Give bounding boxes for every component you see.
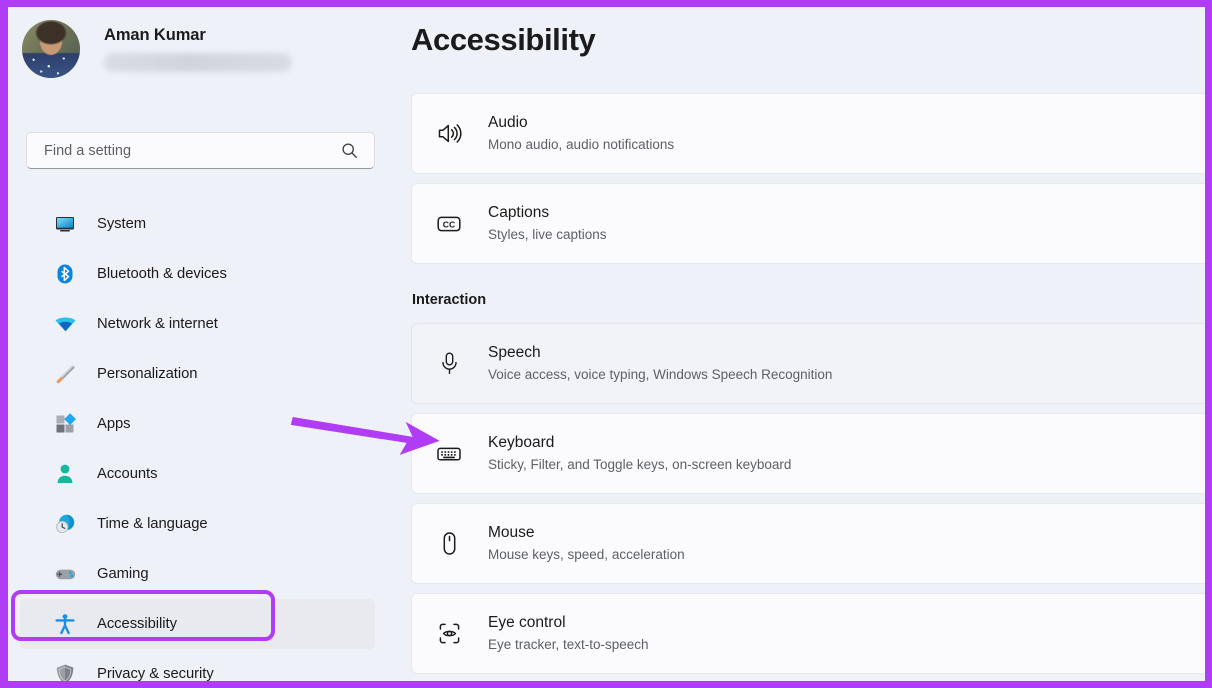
page-title: Accessibility bbox=[411, 22, 595, 58]
system-monitor-icon bbox=[53, 212, 77, 236]
sidebar-item-system[interactable]: System bbox=[20, 199, 375, 249]
sidebar-item-label: Accessibility bbox=[97, 616, 177, 632]
card-title: Captions bbox=[488, 203, 607, 224]
card-title: Mouse bbox=[488, 523, 685, 544]
wifi-icon bbox=[53, 312, 77, 336]
apps-icon bbox=[53, 412, 77, 436]
sidebar-item-label: Gaming bbox=[97, 566, 149, 582]
settings-window: Aman Kumar Find a setting bbox=[8, 7, 1205, 681]
sidebar-item-label: Personalization bbox=[97, 366, 197, 382]
sidebar-item-network-internet[interactable]: Network & internet bbox=[20, 299, 375, 349]
sidebar-item-apps[interactable]: Apps bbox=[20, 399, 375, 449]
sidebar-nav: System Bluetooth & devices bbox=[8, 199, 396, 681]
sidebar: Aman Kumar Find a setting bbox=[8, 7, 396, 681]
card-eye-control[interactable]: Eye control Eye tracker, text-to-speech bbox=[411, 593, 1205, 674]
sidebar-item-accessibility[interactable]: Accessibility bbox=[20, 599, 375, 649]
paintbrush-icon bbox=[53, 362, 77, 386]
sidebar-item-time-language[interactable]: Time & language bbox=[20, 499, 375, 549]
card-title: Keyboard bbox=[488, 433, 791, 454]
sidebar-item-accounts[interactable]: Accounts bbox=[20, 449, 375, 499]
sidebar-item-bluetooth-devices[interactable]: Bluetooth & devices bbox=[20, 249, 375, 299]
cc-icon: CC bbox=[432, 210, 466, 238]
card-audio[interactable]: Audio Mono audio, audio notifications bbox=[411, 93, 1205, 174]
card-title: Eye control bbox=[488, 613, 649, 634]
sidebar-item-label: Accounts bbox=[97, 466, 157, 482]
shield-icon bbox=[53, 662, 77, 681]
svg-text:CC: CC bbox=[443, 219, 455, 229]
speaker-icon bbox=[432, 120, 466, 147]
sidebar-item-label: System bbox=[97, 216, 146, 232]
card-speech[interactable]: Speech Voice access, voice typing, Windo… bbox=[411, 323, 1205, 404]
sidebar-item-privacy-security[interactable]: Privacy & security bbox=[20, 649, 375, 681]
card-keyboard[interactable]: Keyboard Sticky, Filter, and Toggle keys… bbox=[411, 413, 1205, 494]
mouse-icon bbox=[432, 530, 466, 557]
card-subtitle: Sticky, Filter, and Toggle keys, on-scre… bbox=[488, 455, 791, 475]
search-icon[interactable] bbox=[341, 142, 374, 159]
profile-name: Aman Kumar bbox=[104, 26, 292, 45]
card-title: Audio bbox=[488, 113, 674, 134]
sidebar-item-gaming[interactable]: Gaming bbox=[20, 549, 375, 599]
profile-email-redacted bbox=[104, 53, 292, 72]
card-title: Speech bbox=[488, 343, 832, 364]
sidebar-item-personalization[interactable]: Personalization bbox=[20, 349, 375, 399]
sidebar-item-label: Apps bbox=[97, 416, 131, 432]
avatar[interactable] bbox=[22, 20, 80, 78]
card-subtitle: Styles, live captions bbox=[488, 225, 607, 245]
card-subtitle: Mouse keys, speed, acceleration bbox=[488, 545, 685, 565]
person-icon bbox=[53, 462, 77, 486]
gamepad-icon bbox=[53, 562, 77, 586]
eye-control-icon bbox=[432, 620, 466, 647]
main-content: Accessibility Audio Mono audio, audio no… bbox=[396, 7, 1205, 681]
sidebar-item-label: Privacy & security bbox=[97, 666, 214, 681]
card-captions[interactable]: CC Captions Styles, live captions bbox=[411, 183, 1205, 264]
accessibility-icon bbox=[53, 612, 77, 636]
microphone-icon bbox=[432, 350, 466, 377]
search-placeholder: Find a setting bbox=[27, 143, 341, 159]
bluetooth-icon bbox=[53, 262, 77, 286]
search-input[interactable]: Find a setting bbox=[26, 132, 375, 169]
user-profile[interactable]: Aman Kumar bbox=[22, 20, 292, 78]
card-mouse[interactable]: Mouse Mouse keys, speed, acceleration bbox=[411, 503, 1205, 584]
card-subtitle: Eye tracker, text-to-speech bbox=[488, 635, 649, 655]
keyboard-icon bbox=[432, 440, 466, 468]
sidebar-item-label: Time & language bbox=[97, 516, 208, 532]
sidebar-item-label: Network & internet bbox=[97, 316, 218, 332]
clock-globe-icon bbox=[53, 512, 77, 536]
sidebar-item-label: Bluetooth & devices bbox=[97, 266, 227, 282]
card-subtitle: Mono audio, audio notifications bbox=[488, 135, 674, 155]
card-subtitle: Voice access, voice typing, Windows Spee… bbox=[488, 365, 832, 385]
section-header-interaction: Interaction bbox=[412, 292, 486, 308]
annotated-screenshot: Aman Kumar Find a setting bbox=[0, 0, 1212, 688]
